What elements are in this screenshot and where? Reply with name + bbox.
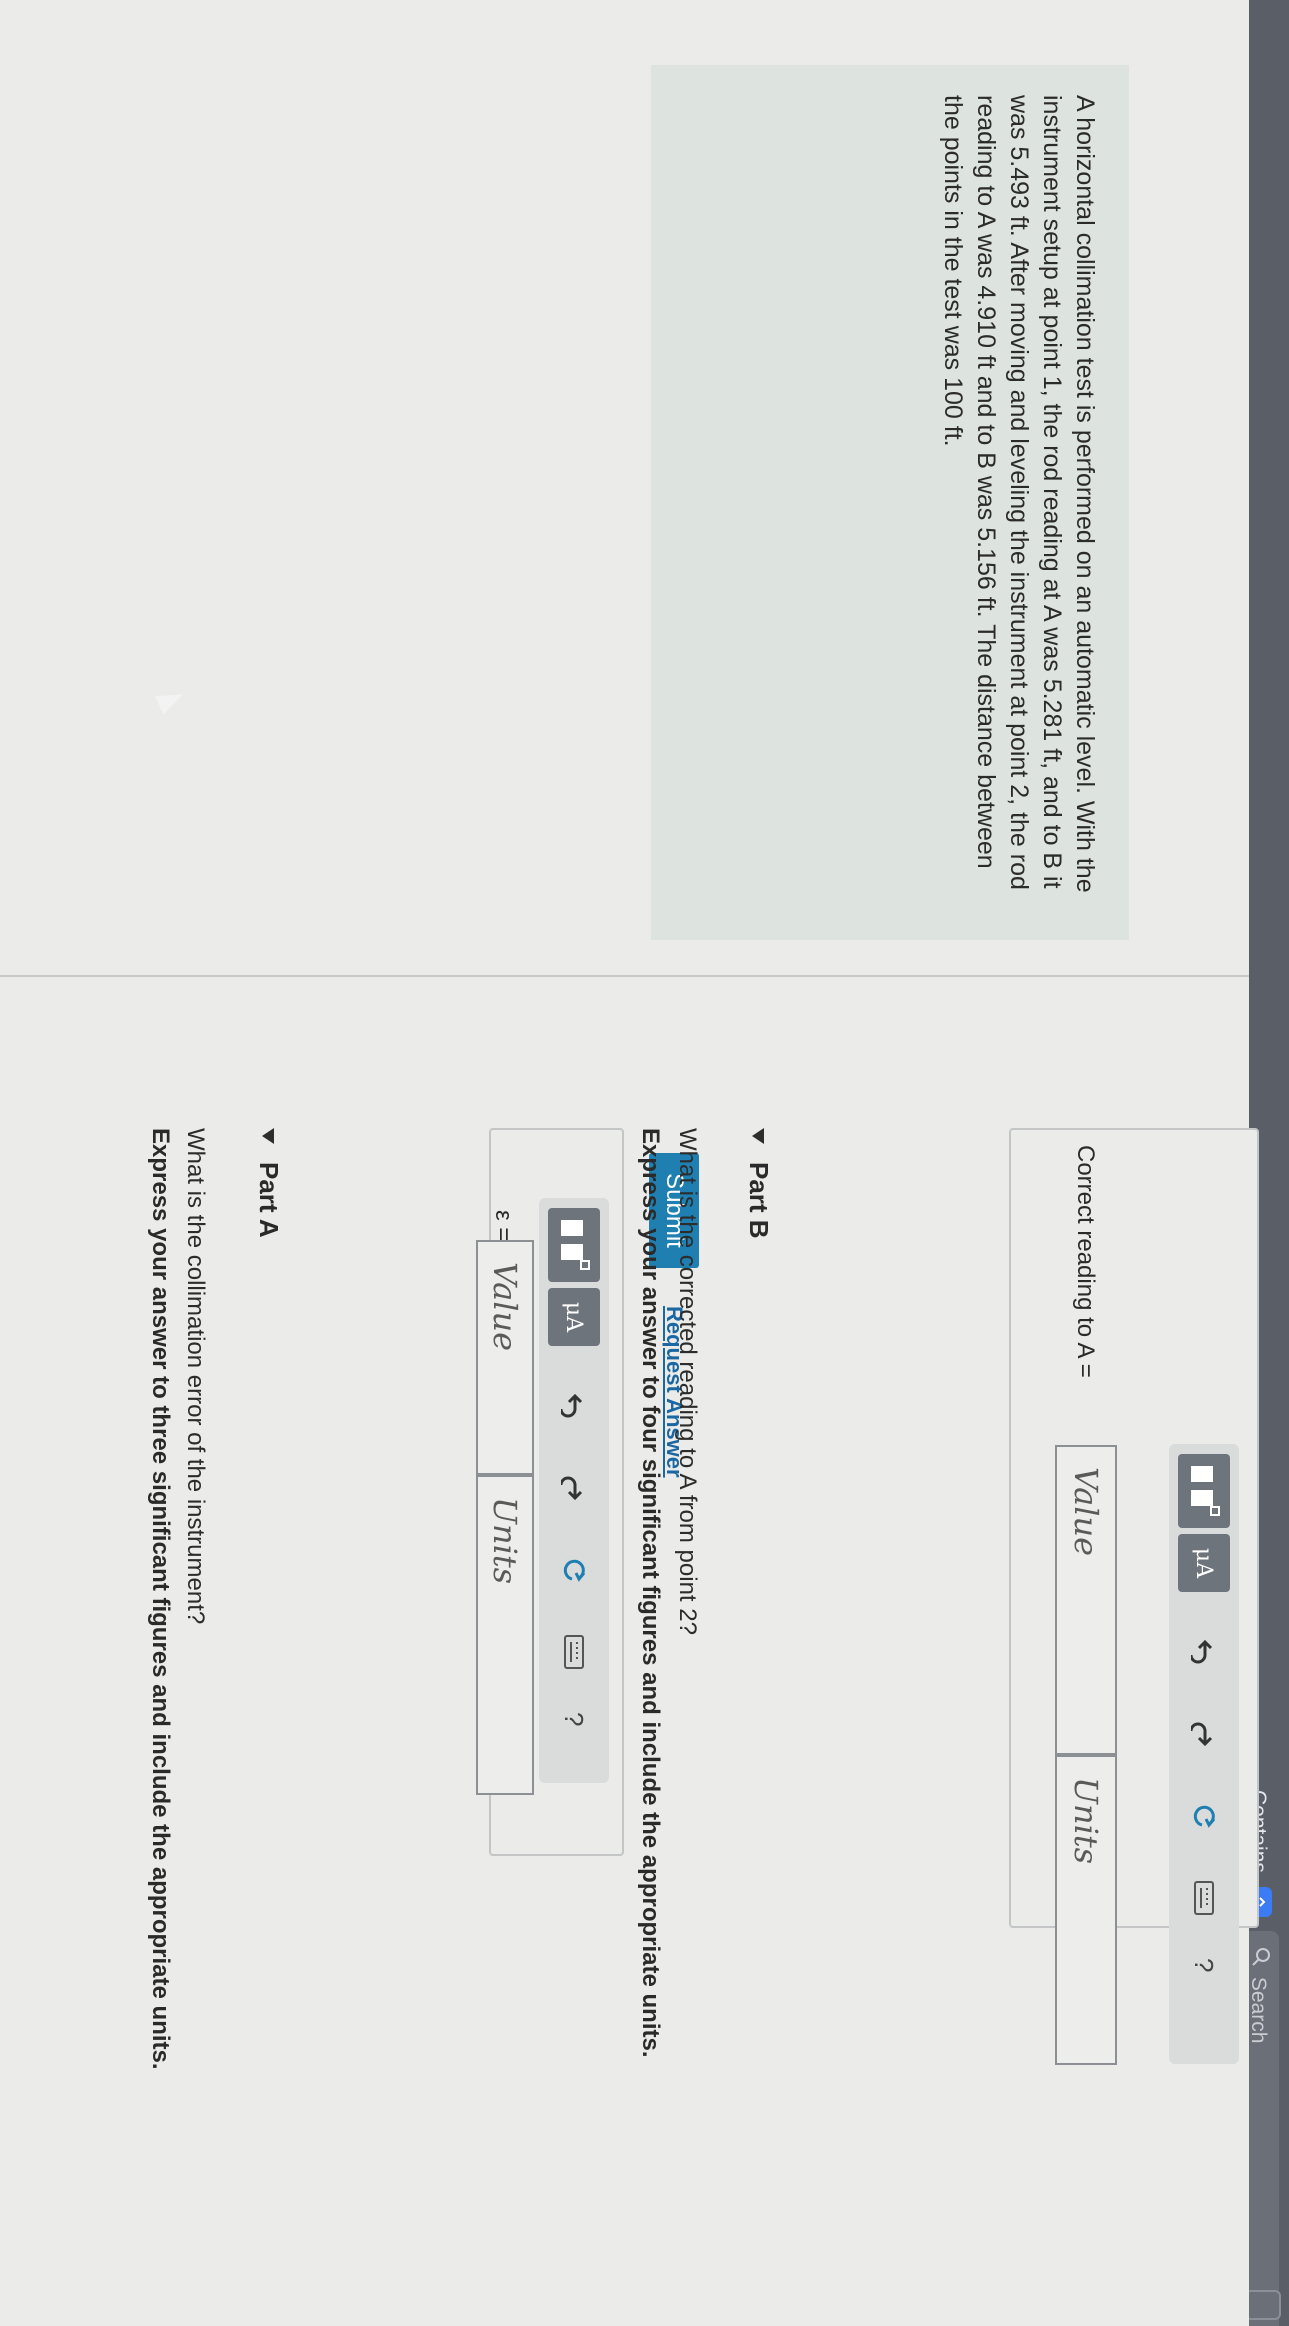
- units-symbols-button[interactable]: μA: [1178, 1534, 1230, 1592]
- part-a-instruction: Express your answer to three significant…: [147, 1128, 174, 2070]
- part-b-equation-label: Correct reading to A =: [1072, 1145, 1099, 1378]
- undo-icon[interactable]: [552, 1384, 596, 1428]
- part-b-instruction: Express your answer to four significant …: [637, 1128, 664, 2058]
- reset-icon[interactable]: [552, 1548, 596, 1592]
- part-a-math-toolbar: μA ?: [539, 1198, 609, 1783]
- part-a-header[interactable]: Part A: [253, 1128, 284, 1238]
- keyboard-icon[interactable]: [552, 1630, 596, 1674]
- part-a-value-field[interactable]: [476, 1240, 534, 1475]
- redo-icon[interactable]: [1182, 1712, 1226, 1756]
- keyboard-icon[interactable]: [1182, 1876, 1226, 1920]
- part-a-units-field[interactable]: [476, 1475, 534, 1795]
- part-a-equation-label: ε =: [490, 1210, 517, 1242]
- part-b-question: What is the corrected reading to A from …: [674, 1128, 701, 1635]
- search-placeholder: Search: [1247, 1976, 1270, 2044]
- part-b-title: Part B: [744, 1162, 774, 1239]
- part-a-value-input[interactable]: [485, 1260, 525, 1473]
- part-a-question: What is the collimation error of the ins…: [182, 1128, 209, 1625]
- templates-button[interactable]: [1178, 1454, 1230, 1528]
- part-b-header[interactable]: Part B: [743, 1128, 774, 1239]
- part-b-math-toolbar: μA ?: [1169, 1444, 1239, 2064]
- undo-icon[interactable]: [1182, 1630, 1226, 1674]
- units-symbols-button[interactable]: μA: [548, 1288, 600, 1346]
- help-button[interactable]: ?: [559, 1712, 590, 1726]
- collapse-triangle-icon: [262, 1128, 275, 1144]
- templates-button[interactable]: [548, 1208, 600, 1282]
- column-divider: [0, 975, 1249, 977]
- collapse-triangle-icon: [752, 1128, 765, 1144]
- part-a-title: Part A: [254, 1162, 284, 1238]
- reset-icon[interactable]: [1182, 1794, 1226, 1838]
- redo-icon[interactable]: [552, 1466, 596, 1510]
- sidebar-toggle[interactable]: [1245, 2290, 1281, 2320]
- problem-text: A horizontal collimation test is perform…: [939, 95, 1099, 893]
- part-b-value-field[interactable]: [1055, 1445, 1117, 1755]
- help-button[interactable]: ?: [1189, 1958, 1220, 1972]
- part-b-units-input[interactable]: [1066, 1775, 1106, 2063]
- screen: Contains Search A horizontal collimation…: [0, 0, 1289, 2326]
- part-b-value-input[interactable]: [1066, 1465, 1106, 1753]
- part-a-units-input[interactable]: [485, 1495, 525, 1793]
- problem-statement: A horizontal collimation test is perform…: [651, 65, 1129, 940]
- part-b-units-field[interactable]: [1055, 1755, 1117, 2065]
